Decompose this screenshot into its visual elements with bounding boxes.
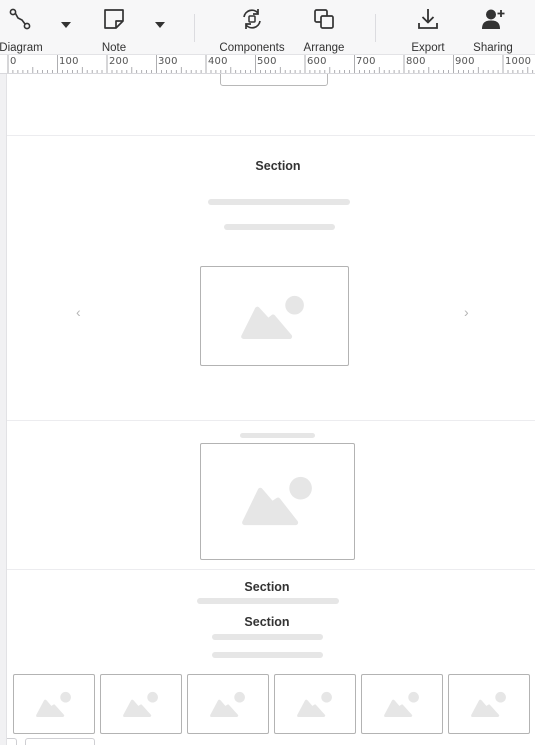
section-title: Section — [244, 615, 290, 629]
download-icon — [415, 6, 441, 37]
text-placeholder-line — [212, 652, 323, 658]
image-placeholder[interactable] — [200, 266, 349, 366]
ruler-label: 700 — [356, 56, 376, 67]
add-user-icon — [480, 6, 506, 37]
note-label: Note — [101, 42, 127, 54]
text-placeholder-line — [240, 433, 315, 438]
text-placeholder-line — [224, 224, 335, 230]
thumbnail-placeholder[interactable] — [100, 674, 182, 734]
text-placeholder-line — [208, 199, 350, 205]
carousel-next-arrow[interactable]: › — [464, 304, 469, 320]
ruler-label: 800 — [406, 56, 426, 67]
ruler-label: 900 — [455, 56, 475, 67]
toolbar-separator — [194, 14, 195, 42]
export-button[interactable]: Export — [408, 6, 448, 54]
text-placeholder-line — [212, 634, 323, 640]
image-icon — [36, 691, 71, 718]
section-divider — [7, 135, 535, 136]
diagram-icon — [7, 6, 33, 37]
text-placeholder-line — [197, 598, 339, 604]
image-icon — [123, 691, 158, 718]
ruler-label: 400 — [208, 56, 228, 67]
arrange-label: Arrange — [303, 42, 345, 54]
ruler-label: 100 — [59, 56, 79, 67]
button-placeholder[interactable] — [220, 74, 328, 86]
image-icon — [471, 691, 506, 718]
section-title: Section — [255, 159, 301, 173]
ruler-label: 600 — [307, 56, 327, 67]
canvas[interactable]: Section ‹ › Section Section — [7, 74, 535, 745]
image-icon — [297, 691, 332, 718]
components-icon — [239, 6, 265, 37]
sharing-label: Sharing — [473, 42, 513, 54]
thumbnail-placeholder[interactable] — [448, 674, 530, 734]
diagram-dropdown-caret[interactable] — [61, 22, 71, 28]
section-title: Section — [244, 580, 290, 594]
diagram-button[interactable]: Diagram — [0, 6, 43, 54]
thumbnail-placeholder[interactable] — [361, 674, 443, 734]
note-icon — [101, 6, 127, 37]
ruler-label: 300 — [158, 56, 178, 67]
image-icon — [241, 295, 304, 340]
image-placeholder[interactable] — [200, 443, 355, 560]
image-icon — [384, 691, 419, 718]
page-tab[interactable] — [7, 738, 17, 745]
arrange-button[interactable]: Arrange — [301, 6, 347, 54]
carousel-prev-arrow[interactable]: ‹ — [76, 304, 81, 320]
thumbnail-placeholder[interactable] — [187, 674, 269, 734]
thumbnail-placeholder[interactable] — [13, 674, 95, 734]
section-divider — [7, 569, 535, 570]
ruler-label: 500 — [257, 56, 277, 67]
ruler-label: 1000 — [505, 56, 532, 67]
image-icon — [242, 476, 312, 526]
vertical-ruler — [0, 74, 7, 745]
thumbnail-placeholder[interactable] — [274, 674, 356, 734]
note-dropdown-caret[interactable] — [155, 22, 165, 28]
image-icon — [210, 691, 245, 718]
ruler-label: 200 — [109, 56, 129, 67]
toolbar-separator — [375, 14, 376, 42]
sharing-button[interactable]: Sharing — [470, 6, 516, 54]
ruler-label: 0 — [10, 56, 17, 67]
note-button[interactable]: Note — [99, 6, 129, 54]
diagram-label: Diagram — [0, 42, 43, 54]
horizontal-ruler: 0 100 200 300 400 500 600 700 800 900 10… — [0, 55, 535, 74]
components-label: Components — [219, 42, 285, 54]
components-button[interactable]: Components — [217, 6, 287, 54]
export-label: Export — [411, 42, 445, 54]
arrange-icon — [311, 6, 337, 37]
page-tab[interactable] — [25, 738, 95, 745]
toolbar: Diagram Note Components Arrange Export S… — [0, 0, 535, 55]
section-divider — [7, 420, 535, 421]
